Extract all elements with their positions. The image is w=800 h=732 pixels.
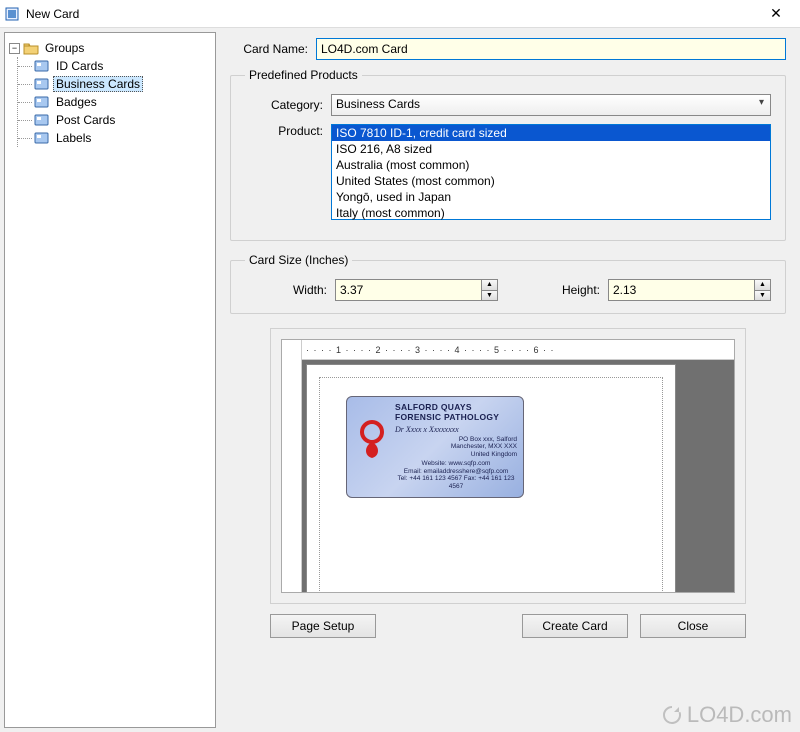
- height-spin-buttons[interactable]: ▲▼: [754, 280, 770, 300]
- tree-item-business-cards[interactable]: Business Cards: [18, 75, 213, 93]
- product-item[interactable]: Italy (most common): [332, 205, 770, 221]
- card-name-label: Card Name:: [230, 42, 308, 56]
- height-value: 2.13: [613, 283, 636, 297]
- close-window-button[interactable]: ✕: [756, 5, 796, 22]
- spin-down-icon[interactable]: ▼: [482, 291, 497, 301]
- folder-icon: [23, 40, 39, 56]
- tree-item-id-cards[interactable]: ID Cards: [18, 57, 213, 75]
- card-icon: [34, 112, 50, 128]
- sample-web: Website: www.sqfp.com: [395, 460, 517, 467]
- spin-up-icon[interactable]: ▲: [755, 280, 770, 291]
- tree-item-label: Badges: [53, 95, 100, 109]
- product-item[interactable]: ISO 7810 ID-1, credit card sized: [332, 125, 770, 141]
- horizontal-ruler: · · · · 1 · · · · 2 · · · · 3 · · · · 4 …: [302, 340, 734, 360]
- tree-item-label: Business Cards: [53, 76, 143, 92]
- titlebar: New Card ✕: [0, 0, 800, 28]
- predefined-products-group: Predefined Products Category: Business C…: [230, 68, 786, 241]
- sample-addr: Manchester, MXX XXX: [395, 443, 517, 450]
- sample-addr: PO Box xxx, Salford: [395, 436, 517, 443]
- width-label: Width:: [245, 283, 327, 297]
- category-value: Business Cards: [336, 97, 420, 111]
- sample-logo-icon: [353, 417, 391, 461]
- window-title: New Card: [26, 7, 79, 21]
- category-select[interactable]: Business Cards: [331, 94, 771, 116]
- page-setup-button[interactable]: Page Setup: [270, 614, 376, 638]
- sample-name: Dr Xxxx x Xxxxxxxx: [395, 425, 517, 434]
- dialog-body: − Groups ID Cards Business Cards: [0, 28, 800, 732]
- card-icon: [34, 76, 50, 92]
- card-icon: [34, 130, 50, 146]
- product-item[interactable]: Yongō, used in Japan: [332, 189, 770, 205]
- category-label: Category:: [245, 98, 323, 112]
- sample-tel: Tel: +44 161 123 4567 Fax: +44 161 123 4…: [395, 475, 517, 490]
- app-icon: [4, 6, 20, 22]
- sample-title2: FORENSIC PATHOLOGY: [395, 413, 517, 423]
- tree-item-badges[interactable]: Badges: [18, 93, 213, 111]
- product-listbox[interactable]: ISO 7810 ID-1, credit card sized ISO 216…: [331, 124, 771, 220]
- product-item[interactable]: United States (most common): [332, 173, 770, 189]
- tree-item-label: ID Cards: [53, 59, 106, 73]
- product-item[interactable]: Australia (most common): [332, 157, 770, 173]
- vertical-ruler: [282, 340, 302, 592]
- tree-item-label: Labels: [53, 131, 94, 145]
- card-size-group: Card Size (Inches) Width: 3.37 ▲▼ Height…: [230, 253, 786, 314]
- product-label: Product:: [245, 124, 323, 138]
- height-spinner[interactable]: 2.13 ▲▼: [608, 279, 771, 301]
- height-label: Height:: [518, 283, 600, 297]
- card-sample: SALFORD QUAYS FORENSIC PATHOLOGY Dr Xxxx…: [346, 396, 524, 498]
- tree-item-label: Post Cards: [53, 113, 118, 127]
- groups-tree: − Groups ID Cards Business Cards: [4, 32, 216, 728]
- width-value: 3.37: [340, 283, 363, 297]
- refresh-icon: [661, 704, 683, 726]
- card-icon: [34, 58, 50, 74]
- tree-item-labels[interactable]: Labels: [18, 129, 213, 147]
- close-button[interactable]: Close: [640, 614, 746, 638]
- spin-down-icon[interactable]: ▼: [755, 291, 770, 301]
- create-card-button[interactable]: Create Card: [522, 614, 628, 638]
- preview-frame: · · · · 1 · · · · 2 · · · · 3 · · · · 4 …: [270, 328, 746, 604]
- width-spin-buttons[interactable]: ▲▼: [481, 280, 497, 300]
- card-name-input[interactable]: [316, 38, 786, 60]
- main-panel: Card Name: Predefined Products Category:…: [220, 28, 800, 732]
- tree-root-groups[interactable]: − Groups: [7, 39, 213, 57]
- width-spinner[interactable]: 3.37 ▲▼: [335, 279, 498, 301]
- spin-up-icon[interactable]: ▲: [482, 280, 497, 291]
- sample-addr: United Kingdom: [395, 451, 517, 458]
- card-icon: [34, 94, 50, 110]
- collapse-icon[interactable]: −: [9, 43, 20, 54]
- product-item[interactable]: ISO 216, A8 sized: [332, 141, 770, 157]
- tree-item-post-cards[interactable]: Post Cards: [18, 111, 213, 129]
- predefined-legend: Predefined Products: [245, 68, 362, 82]
- watermark: LO4D.com: [661, 702, 792, 728]
- tree-root-label: Groups: [42, 41, 87, 55]
- preview-canvas: · · · · 1 · · · · 2 · · · · 3 · · · · 4 …: [281, 339, 735, 593]
- size-legend: Card Size (Inches): [245, 253, 352, 267]
- sample-email: Email: emailaddresshere@sqfp.com: [395, 468, 517, 475]
